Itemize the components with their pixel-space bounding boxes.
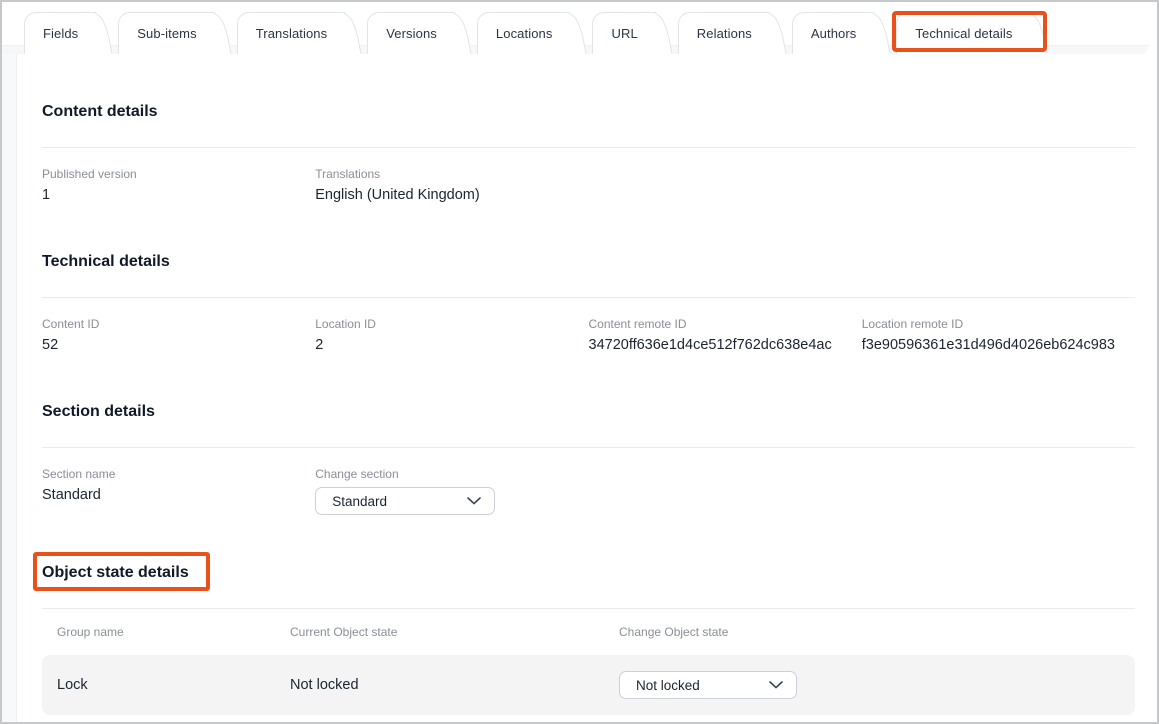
field-label: Section name xyxy=(42,467,315,481)
tab-translations[interactable]: Translations xyxy=(237,12,346,54)
tab-label: Sub-items xyxy=(137,26,196,41)
select-value: Not locked xyxy=(636,678,700,693)
technical-details-heading: Technical details xyxy=(42,252,170,271)
select-value: Standard xyxy=(332,494,387,509)
tab-authors[interactable]: Authors xyxy=(792,12,875,54)
tab-relations[interactable]: Relations xyxy=(678,12,770,54)
section-divider xyxy=(42,147,1135,148)
section-divider xyxy=(42,297,1135,298)
change-section-select[interactable]: Standard xyxy=(315,487,495,515)
tab-sub-items[interactable]: Sub-items xyxy=(118,12,214,54)
field-value: 2 xyxy=(315,337,588,354)
tab-bar: Fields Sub-items Translations Versions L… xyxy=(2,2,1157,54)
current-object-state-value: Not locked xyxy=(275,677,604,693)
column-header-current-object-state: Current Object state xyxy=(275,625,604,639)
group-name-value: Lock xyxy=(42,677,275,693)
tab-locations[interactable]: Locations xyxy=(477,12,571,54)
chevron-down-icon xyxy=(769,681,783,689)
section-details-fields: Section name Standard Change section Sta… xyxy=(42,467,1135,515)
tab-versions[interactable]: Versions xyxy=(367,12,455,54)
field-label: Content remote ID xyxy=(589,317,862,331)
object-state-details-heading: Object state details xyxy=(42,563,189,582)
field-content-remote-id: Content remote ID 34720ff636e1d4ce512f76… xyxy=(589,317,862,354)
tab-edge-curve xyxy=(873,13,891,54)
tab-label: URL xyxy=(611,26,637,41)
field-value: English (United Kingdom) xyxy=(315,187,588,204)
field-label: Content ID xyxy=(42,317,315,331)
tab-label: Technical details xyxy=(915,26,1012,41)
field-label: Change section xyxy=(315,467,588,481)
field-location-remote-id: Location remote ID f3e90596361e31d496d40… xyxy=(862,317,1135,354)
chevron-down-icon xyxy=(467,497,481,505)
tab-label: Fields xyxy=(43,26,78,41)
field-label: Location ID xyxy=(315,317,588,331)
field-value: 34720ff636e1d4ce512f762dc638e4ac xyxy=(589,337,862,354)
field-label: Translations xyxy=(315,167,588,181)
tab-fields[interactable]: Fields xyxy=(24,12,96,54)
column-header-change-object-state: Change Object state xyxy=(604,625,1135,639)
field-content-id: Content ID 52 xyxy=(42,317,315,354)
field-value: Standard xyxy=(42,487,315,504)
field-value: 52 xyxy=(42,337,315,354)
tab-edge-curve xyxy=(655,13,673,54)
tab-label: Translations xyxy=(256,26,328,41)
tab-edge-curve xyxy=(569,13,587,54)
tab-technical-details[interactable]: Technical details xyxy=(896,12,1030,54)
field-translations: Translations English (United Kingdom) xyxy=(315,167,588,204)
change-object-state-cell: Not locked xyxy=(604,671,1135,699)
tab-label: Locations xyxy=(496,26,553,41)
field-value: f3e90596361e31d496d4026eb624c983 xyxy=(862,337,1135,354)
field-change-section: Change section Standard xyxy=(315,467,588,515)
tab-edge-curve xyxy=(769,13,787,54)
technical-details-panel: Content details Published version 1 Tran… xyxy=(2,102,1157,715)
field-label: Location remote ID xyxy=(862,317,1135,331)
tab-url[interactable]: URL xyxy=(592,12,655,54)
tab-edge-curve xyxy=(454,13,472,54)
field-value: 1 xyxy=(42,187,315,204)
object-state-table-header: Group name Current Object state Change O… xyxy=(42,625,1135,639)
field-published-version: Published version 1 xyxy=(42,167,315,204)
tab-edge-curve xyxy=(95,13,113,54)
section-details-heading: Section details xyxy=(42,402,155,421)
tab-edge-curve xyxy=(344,13,362,54)
technical-details-fields: Content ID 52 Location ID 2 Content remo… xyxy=(42,317,1135,354)
content-details-heading: Content details xyxy=(42,102,158,121)
tab-edge-curve xyxy=(1030,13,1048,54)
section-divider xyxy=(42,447,1135,448)
field-location-id: Location ID 2 xyxy=(315,317,588,354)
content-details-fields: Published version 1 Translations English… xyxy=(42,167,1135,204)
field-section-name: Section name Standard xyxy=(42,467,315,515)
column-header-group-name: Group name xyxy=(42,625,275,639)
tab-label: Authors xyxy=(811,26,857,41)
tab-edge-curve xyxy=(214,13,232,54)
tab-label: Versions xyxy=(386,26,437,41)
field-label: Published version xyxy=(42,167,315,181)
tab-label: Relations xyxy=(697,26,752,41)
change-object-state-select[interactable]: Not locked xyxy=(619,671,797,699)
section-divider xyxy=(42,608,1135,609)
content-item-details-screen: Fields Sub-items Translations Versions L… xyxy=(0,0,1159,724)
table-row-lock: Lock Not locked Not locked xyxy=(42,655,1135,715)
